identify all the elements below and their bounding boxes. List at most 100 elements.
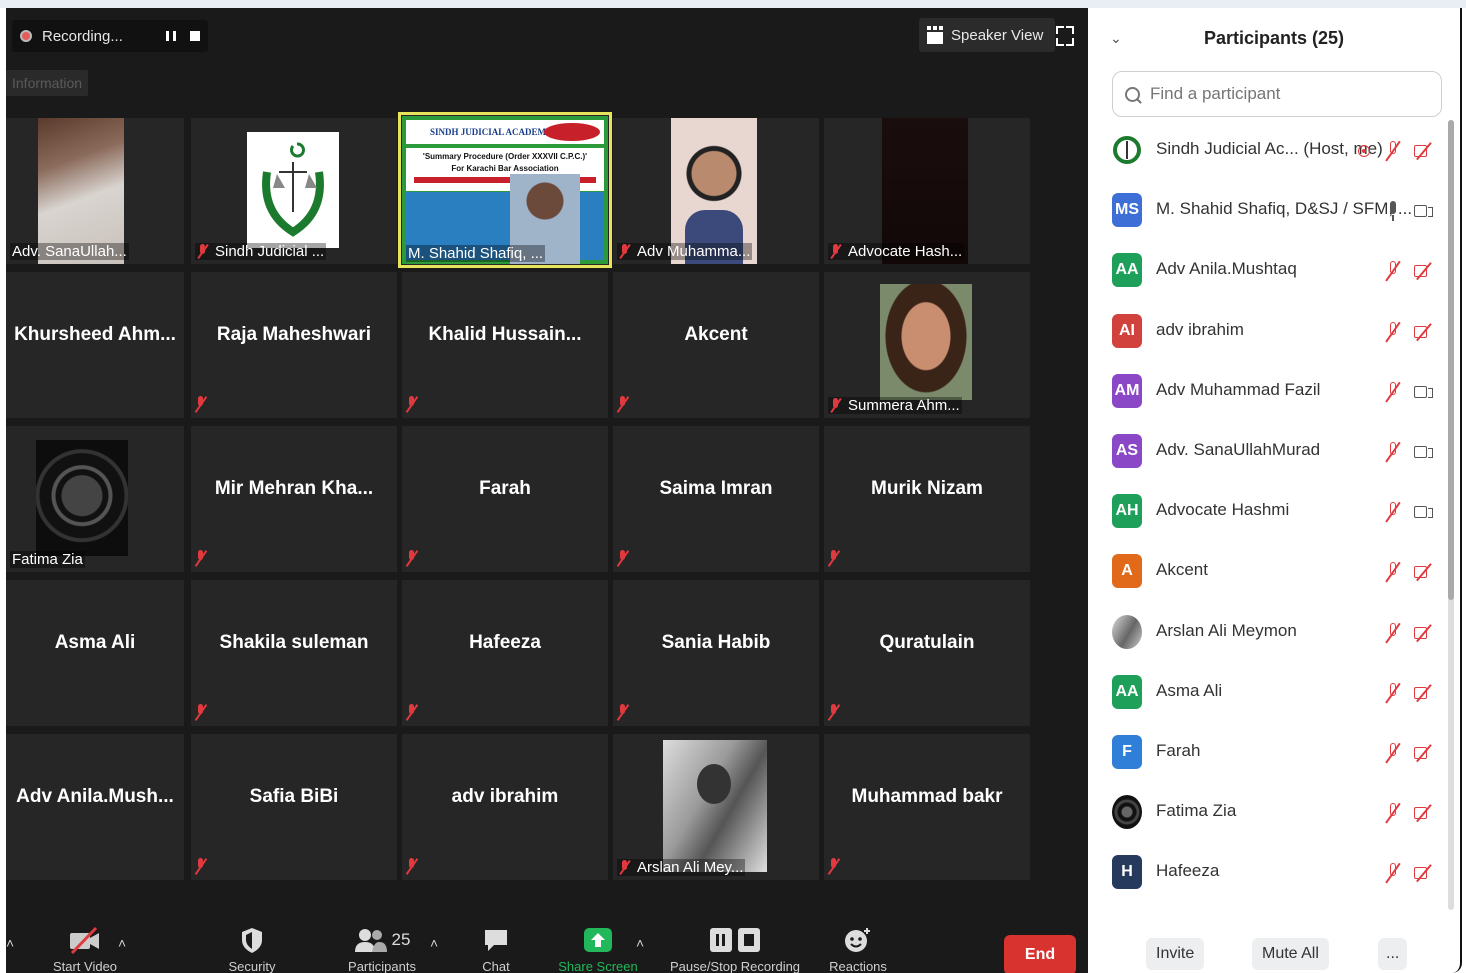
mic-muted-icon: [828, 704, 840, 720]
video-tile[interactable]: Safia BiBi: [191, 734, 397, 880]
video-tile[interactable]: Muhammad bakr: [824, 734, 1030, 880]
mic-muted-icon[interactable]: [1386, 682, 1400, 703]
video-camera-icon[interactable]: [1414, 384, 1434, 398]
mic-muted-icon[interactable]: [1386, 502, 1400, 522]
video-tile[interactable]: Akcent: [613, 272, 819, 418]
mute-all-button[interactable]: Mute All: [1252, 938, 1329, 970]
pause-recording-icon[interactable]: [166, 31, 176, 41]
chat-icon: [485, 930, 507, 951]
video-tile[interactable]: adv ibrahim: [402, 734, 608, 880]
participant-name-label: Sindh Judicial ...: [195, 243, 327, 260]
video-options-caret-icon[interactable]: ˄: [118, 935, 126, 951]
mic-muted-icon[interactable]: [1386, 803, 1400, 823]
video-camera-icon[interactable]: [1414, 444, 1434, 458]
video-tile[interactable]: Sindh Judicial ...: [191, 118, 397, 264]
video-tile[interactable]: Summera Ahm...: [824, 272, 1030, 418]
participant-row[interactable]: AS Adv. SanaUllahMurad: [1088, 422, 1448, 482]
mic-muted-icon: [406, 396, 418, 412]
participant-row[interactable]: AH Advocate Hashmi: [1088, 482, 1448, 542]
video-off-icon[interactable]: [1414, 324, 1434, 338]
participants-scrollbar[interactable]: [1448, 120, 1454, 910]
shared-slide: SINDH JUDICIAL ACADEMY 'Summary Procedure…: [402, 116, 608, 264]
video-tile[interactable]: Adv. SanaUllah...: [6, 118, 184, 264]
video-camera-icon[interactable]: [1414, 203, 1434, 218]
speaker-view-button[interactable]: Speaker View: [919, 18, 1056, 52]
video-off-icon[interactable]: [1414, 625, 1434, 639]
stop-recording-icon[interactable]: [190, 31, 200, 41]
search-input[interactable]: [1148, 83, 1432, 105]
participant-row[interactable]: Fatima Zia: [1088, 783, 1448, 843]
video-tile[interactable]: Saima Imran: [613, 426, 819, 572]
participant-row[interactable]: F Farah: [1088, 723, 1448, 783]
video-tile[interactable]: Adv Anila.Mush...: [6, 734, 184, 880]
mic-muted-icon: [195, 396, 207, 412]
mic-muted-icon[interactable]: [1386, 141, 1400, 161]
video-tile[interactable]: Fatima Zia: [6, 426, 184, 572]
security-button[interactable]: Security: [212, 925, 292, 973]
video-tile[interactable]: Adv Muhamma...: [613, 118, 819, 264]
information-tag[interactable]: Information: [6, 70, 89, 96]
video-camera-icon[interactable]: [1414, 504, 1434, 519]
video-off-icon[interactable]: [1414, 865, 1434, 880]
caret-up-icon[interactable]: ˄: [6, 935, 14, 951]
participant-row[interactable]: MS M. Shahid Shafiq, D&SJ / SFM, ...: [1088, 181, 1448, 241]
mic-muted-icon[interactable]: [1386, 321, 1400, 342]
participant-photo: [663, 740, 767, 872]
video-tile[interactable]: Khursheed Ahm...: [6, 272, 184, 418]
fullscreen-icon[interactable]: [1056, 26, 1074, 46]
mic-muted-icon[interactable]: [1386, 442, 1400, 462]
participant-name-label: Adv. SanaUllah...: [10, 243, 129, 260]
video-off-icon[interactable]: [1414, 263, 1434, 278]
more-options-button[interactable]: ...: [1378, 938, 1408, 970]
mic-muted-icon[interactable]: [1386, 622, 1400, 643]
video-off-icon[interactable]: [1414, 685, 1434, 699]
participant-name: Adv Anila.Mushtaq: [1156, 259, 1297, 279]
video-tile[interactable]: Sania Habib: [613, 580, 819, 726]
mic-muted-icon[interactable]: [1386, 562, 1400, 582]
video-off-icon[interactable]: [1414, 143, 1434, 157]
video-off-icon[interactable]: [1414, 564, 1434, 579]
video-tile[interactable]: Khalid Hussain...: [402, 272, 608, 418]
participant-row[interactable]: AM Adv Muhammad Fazil: [1088, 362, 1448, 422]
participant-row[interactable]: Arslan Ali Meymon: [1088, 603, 1448, 663]
participant-search[interactable]: [1112, 71, 1442, 117]
mic-muted-icon: [195, 704, 207, 720]
video-tile[interactable]: Arslan Ali Mey...: [613, 734, 819, 880]
start-video-button[interactable]: Start Video: [40, 925, 130, 973]
share-options-caret-icon[interactable]: ˄: [636, 935, 644, 951]
participant-row[interactable]: H Hafeeza: [1088, 843, 1448, 903]
video-tile[interactable]: Quratulain: [824, 580, 1030, 726]
video-off-icon[interactable]: [1414, 805, 1434, 820]
mic-icon[interactable]: [1386, 201, 1400, 222]
participant-row[interactable]: AI adv ibrahim: [1088, 302, 1448, 362]
video-tile[interactable]: Farah: [402, 426, 608, 572]
participants-button[interactable]: 25 Participants: [332, 925, 432, 973]
mic-muted-icon[interactable]: [1386, 261, 1400, 281]
participant-name: Arslan Ali Meymon: [1156, 620, 1297, 640]
video-tile[interactable]: Mir Mehran Kha...: [191, 426, 397, 572]
pause-stop-recording-button[interactable]: Pause/Stop Recording: [660, 925, 810, 973]
video-off-icon[interactable]: [1414, 745, 1434, 759]
video-tile[interactable]: Asma Ali: [6, 580, 184, 726]
chat-button[interactable]: Chat: [466, 925, 526, 973]
invite-button[interactable]: Invite: [1146, 938, 1205, 970]
participants-options-caret-icon[interactable]: ˄: [430, 935, 438, 951]
mic-muted-icon[interactable]: [1386, 863, 1400, 883]
share-screen-button[interactable]: Share Screen: [552, 925, 644, 973]
participant-row[interactable]: AA Asma Ali: [1088, 663, 1448, 723]
video-tile[interactable]: Murik Nizam: [824, 426, 1030, 572]
reactions-button[interactable]: Reactions: [818, 925, 898, 973]
video-tile[interactable]: Hafeeza: [402, 580, 608, 726]
participant-row[interactable]: A Akcent: [1088, 542, 1448, 602]
end-meeting-button[interactable]: End: [1004, 935, 1076, 973]
video-tile[interactable]: SINDH JUDICIAL ACADEMY 'Summary Procedure…: [398, 112, 612, 268]
mic-muted-icon[interactable]: [1386, 743, 1400, 763]
mic-muted-icon[interactable]: [1386, 381, 1400, 402]
participant-name: Quratulain: [879, 632, 975, 653]
video-tile[interactable]: Raja Maheshwari: [191, 272, 397, 418]
participant-row[interactable]: AA Adv Anila.Mushtaq: [1088, 241, 1448, 301]
participant-row[interactable]: Sindh Judicial Ac... (Host, me): [1088, 121, 1448, 181]
video-tile[interactable]: Shakila suleman: [191, 580, 397, 726]
video-tile[interactable]: Advocate Hash...: [824, 118, 1030, 264]
mic-muted-icon: [830, 398, 842, 412]
